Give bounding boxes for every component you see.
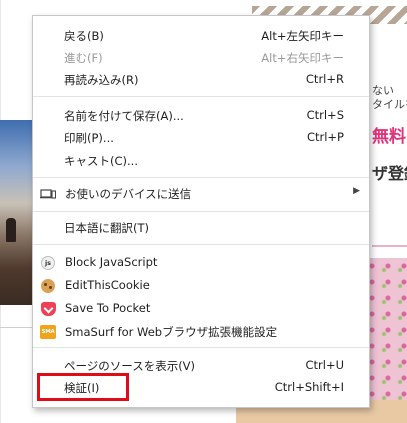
menu-item-label: 再読み込み(R) (64, 73, 139, 87)
menu-separator (33, 244, 369, 245)
menu-item-shortcut: Ctrl+U (305, 358, 344, 372)
menu-item-label: EditThisCookie (65, 278, 150, 292)
photo-person-silhouette (6, 218, 16, 242)
js-extension-icon: js (41, 256, 55, 270)
pocket-icon (41, 302, 56, 316)
menu-item-editthiscookie[interactable]: EditThisCookie (33, 275, 369, 296)
menu-item-label: ページのソースを表示(V) (64, 359, 196, 373)
menu-item-smasurf-settings[interactable]: SMA SmaSurf for Webブラウザ拡張機能設定 (33, 321, 369, 342)
page-accent-line (372, 245, 407, 247)
menu-item-label: Save To Pocket (65, 301, 151, 315)
menu-item-label: 戻る(B) (64, 29, 104, 43)
context-menu: 戻る(B) Alt+左矢印キー 進む(F) Alt+右矢印キー 再読み込み(R)… (32, 15, 370, 408)
menu-item-label: Block JavaScript (65, 255, 158, 269)
menu-item-save-as[interactable]: 名前を付けて保存(A)... Ctrl+S (33, 105, 369, 126)
menu-item-label: お使いのデバイスに送信 (65, 187, 192, 201)
menu-separator (33, 211, 369, 212)
menu-separator (33, 347, 369, 348)
menu-item-block-javascript[interactable]: js Block JavaScript (33, 252, 369, 273)
page-banner-text-2: タイルを (372, 98, 407, 111)
menu-item-shortcut: Ctrl+S (306, 108, 344, 122)
menu-item-forward[interactable]: 進む(F) Alt+右矢印キー (33, 47, 369, 68)
menu-item-label: キャスト(C)... (64, 154, 138, 168)
menu-item-reload[interactable]: 再読み込み(R) Ctrl+R (33, 69, 369, 90)
menu-item-label: 日本語に翻訳(T) (64, 221, 149, 235)
menu-item-print[interactable]: 印刷(P)... Ctrl+P (33, 127, 369, 148)
menu-item-shortcut: Ctrl+R (305, 72, 344, 86)
menu-item-label: 進む(F) (64, 51, 103, 65)
page-divider (0, 327, 36, 328)
menu-item-save-to-pocket[interactable]: Save To Pocket (33, 298, 369, 319)
menu-item-label: 名前を付けて保存(A)... (64, 109, 184, 123)
menu-item-shortcut: Alt+左矢印キー (261, 29, 344, 43)
menu-item-back[interactable]: 戻る(B) Alt+左矢印キー (33, 25, 369, 46)
page-banner-register-text[interactable]: ザ登録 (372, 160, 407, 184)
menu-item-shortcut: Alt+右矢印キー (261, 51, 344, 65)
menu-item-label: 印刷(P)... (64, 131, 114, 145)
submenu-arrow-icon: ▶ (353, 186, 360, 196)
smasurf-icon: SMA (40, 325, 56, 339)
menu-item-shortcut: Ctrl+P (306, 130, 344, 144)
menu-item-translate[interactable]: 日本語に翻訳(T) (33, 217, 369, 238)
cookie-icon (41, 279, 55, 293)
menu-item-cast[interactable]: キャスト(C)... (33, 150, 369, 171)
inspect-highlight-box (37, 373, 129, 401)
menu-separator (33, 177, 369, 178)
device-icon (40, 186, 57, 202)
menu-item-shortcut: Ctrl+Shift+I (274, 380, 344, 394)
menu-item-send-to-devices[interactable]: お使いのデバイスに送信 ▶ (33, 183, 369, 204)
menu-item-label: SmaSurf for Webブラウザ拡張機能設定 (65, 325, 278, 339)
menu-separator (33, 96, 369, 97)
page-banner-free-text: 無料 (372, 127, 406, 147)
